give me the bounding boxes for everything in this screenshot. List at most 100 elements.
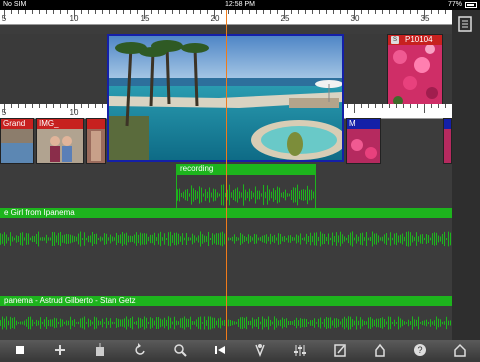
video-clip[interactable]: M: [346, 118, 381, 164]
ruler-tick: [249, 10, 250, 14]
ruler-tick: [389, 10, 390, 14]
import-icon[interactable]: [92, 342, 108, 358]
clip-title: [87, 119, 105, 129]
battery-icon: [465, 2, 477, 8]
ruler-tick: [102, 104, 103, 108]
ruler-tick: [368, 104, 369, 108]
ruler-tick: [263, 10, 264, 14]
ruler-tick: [235, 10, 236, 14]
share-icon[interactable]: [372, 342, 388, 358]
clip-title: [444, 119, 451, 129]
home-icon[interactable]: [452, 342, 468, 358]
ruler-tick: [228, 10, 229, 14]
ruler-tick: [4, 10, 5, 19]
ruler-tick: [137, 10, 138, 14]
ruler-tick: [382, 104, 383, 108]
ruler-tick: [326, 10, 327, 14]
ruler-tick: [88, 10, 89, 14]
status-bar: No SIM 12:58 PM 77%: [0, 0, 480, 10]
ruler-tick: [438, 104, 439, 108]
ruler-tick: [361, 10, 362, 14]
ruler-tick: [214, 10, 215, 19]
ruler-tick: [109, 10, 110, 14]
ruler-tick: [333, 10, 334, 14]
clip-title: IMG_: [37, 119, 83, 129]
zoom-icon[interactable]: [172, 342, 188, 358]
ruler-tick: [130, 10, 131, 14]
add-icon[interactable]: [52, 342, 68, 358]
microphone-icon[interactable]: [252, 342, 268, 358]
ruler-tick: [375, 10, 376, 14]
ruler-tick: [18, 10, 19, 14]
ruler-tick: [25, 10, 26, 14]
ruler-tick: [438, 10, 439, 14]
video-clip[interactable]: Grand: [0, 118, 34, 164]
ruler-tick: [284, 10, 285, 19]
ruler-tick: [200, 10, 201, 14]
video-clip[interactable]: [443, 118, 452, 164]
ruler-tick: [403, 104, 404, 108]
video-clip-flowers[interactable]: S P10104: [387, 34, 443, 112]
undo-icon[interactable]: [132, 342, 148, 358]
audio-clip-recording-title[interactable]: recording: [176, 164, 316, 174]
ruler-tick: [221, 10, 222, 14]
ruler-tick: [417, 10, 418, 14]
ruler-tick: [445, 104, 446, 108]
ruler-tick: [277, 10, 278, 14]
document-icon[interactable]: [458, 16, 472, 32]
video-clip[interactable]: [86, 118, 106, 164]
ruler-tick: [46, 104, 47, 108]
clip-badge-icon: S: [391, 35, 399, 44]
ruler-tick: [396, 10, 397, 14]
ruler-tick: [81, 10, 82, 14]
ruler-tick: [207, 10, 208, 14]
ruler-tick: [18, 104, 19, 108]
ruler-label: 30: [350, 14, 360, 23]
ruler-tick: [410, 104, 411, 108]
ruler-tick: [144, 10, 145, 19]
ruler-tick: [291, 10, 292, 14]
ruler-tick: [11, 10, 12, 14]
ruler-tick: [403, 10, 404, 14]
ruler-tick: [340, 10, 341, 14]
ruler-tick: [158, 10, 159, 14]
ruler-tick: [172, 10, 173, 14]
ruler-tick: [53, 104, 54, 108]
video-clip[interactable]: IMG_: [36, 118, 84, 164]
edit-icon[interactable]: [332, 342, 348, 358]
ruler-tick: [186, 10, 187, 14]
mixer-icon[interactable]: [292, 342, 308, 358]
ruler-tick: [32, 10, 33, 14]
ruler-tick: [39, 10, 40, 14]
ruler-tick: [256, 10, 257, 14]
ruler-tick: [431, 10, 432, 14]
clip-title: S P10104: [388, 35, 442, 45]
ruler-tick: [151, 10, 152, 14]
help-icon[interactable]: ?: [412, 342, 428, 358]
ruler-label: 35: [420, 14, 430, 23]
playhead-marker[interactable]: [226, 10, 227, 340]
ruler-tick: [95, 10, 96, 14]
ruler-tick: [312, 10, 313, 14]
clock-label: 12:58 PM: [225, 1, 255, 8]
clip-title: Grand: [1, 119, 33, 129]
ruler-label: 20: [210, 14, 220, 23]
ruler-tick: [354, 104, 355, 113]
ruler-tick: [424, 104, 425, 113]
ruler-tick: [368, 10, 369, 14]
ruler-tick: [298, 10, 299, 14]
ruler-tick: [67, 104, 68, 108]
ruler-tick: [88, 104, 89, 108]
ruler-tick: [74, 10, 75, 19]
stop-icon[interactable]: [12, 342, 28, 358]
ruler-tick: [74, 104, 75, 113]
ruler-tick: [32, 104, 33, 108]
rewind-to-start-icon[interactable]: [212, 342, 228, 358]
ruler-tick: [347, 104, 348, 108]
ruler-tick: [165, 10, 166, 14]
ruler-tick: [375, 104, 376, 108]
ruler-tick: [25, 104, 26, 108]
ruler-tick: [319, 10, 320, 14]
bottom-toolbar: ?: [0, 340, 480, 360]
ruler-tick: [179, 10, 180, 14]
